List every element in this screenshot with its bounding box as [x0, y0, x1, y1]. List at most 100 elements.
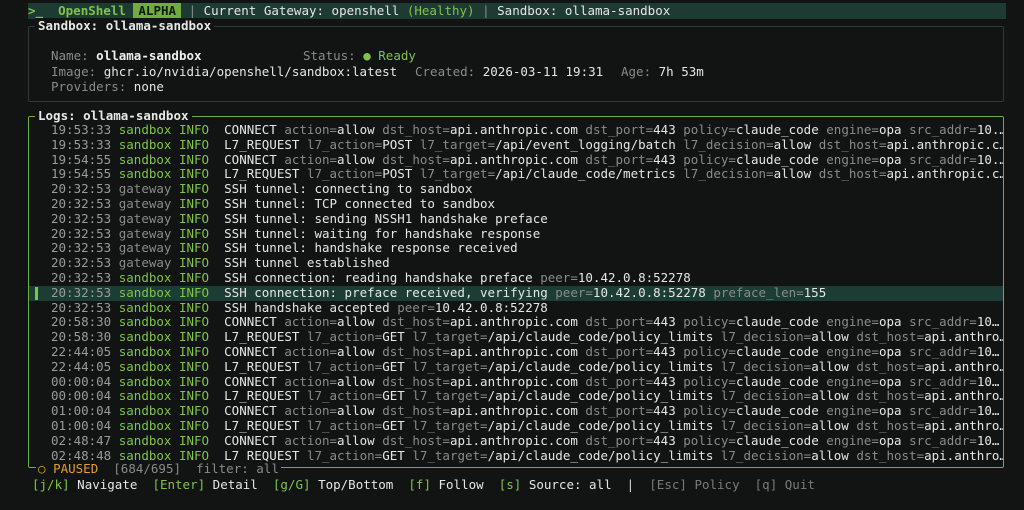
- log-field: action=allow: [284, 375, 374, 389]
- log-row[interactable]: 20:58:30 sandbox INFO L7_REQUEST l7_acti…: [29, 330, 1003, 345]
- log-field: engine=opa: [826, 404, 901, 418]
- log-level: INFO: [178, 226, 210, 241]
- log-field-value: 10.42.0.8:52278: [434, 300, 548, 315]
- log-level: INFO: [178, 315, 210, 330]
- log-field-key: src_addr=: [909, 123, 977, 137]
- help-key: [q]: [754, 477, 778, 492]
- log-field-key: policy=: [683, 344, 736, 359]
- age-row: Age: 7h 53m: [621, 64, 704, 79]
- log-field: action=allow: [284, 153, 374, 167]
- log-source: sandbox: [118, 374, 172, 389]
- help-label: Follow: [438, 477, 484, 492]
- help-item: [f] Follow: [408, 477, 483, 492]
- log-row[interactable]: 01:00:04 sandbox INFO CONNECT action=all…: [29, 404, 1003, 419]
- log-field-key: dst_host=: [382, 152, 450, 167]
- log-row[interactable]: 19:54:55 sandbox INFO L7_REQUEST l7_acti…: [29, 167, 1003, 182]
- age-value: 7h 53m: [658, 64, 704, 79]
- log-field: dst_port=443: [585, 404, 675, 418]
- log-field-value: allow: [811, 330, 849, 345]
- log-position: [684/695]: [113, 461, 182, 476]
- log-source: gateway: [118, 196, 172, 211]
- log-row[interactable]: 01:00:04 sandbox INFO L7_REQUEST l7_acti…: [29, 419, 1003, 434]
- log-level: INFO: [178, 359, 210, 374]
- log-level: INFO: [178, 167, 210, 182]
- log-field-value: opa: [878, 344, 902, 359]
- log-field-key: src_addr=: [909, 374, 977, 389]
- log-row[interactable]: 20:32:53 sandbox INFO SSH handshake acce…: [29, 301, 1003, 316]
- log-row[interactable]: 20:32:53 sandbox INFO SSH connection: pr…: [29, 285, 1003, 301]
- log-row[interactable]: 20:32:53 gateway INFO SSH tunnel: handsh…: [29, 241, 1003, 256]
- log-level: INFO: [178, 211, 210, 226]
- terminal-prompt-icon: >_: [28, 3, 44, 18]
- log-level: INFO: [178, 123, 210, 137]
- log-row[interactable]: 20:58:30 sandbox INFO CONNECT action=all…: [29, 315, 1003, 330]
- log-source: sandbox: [118, 137, 172, 152]
- log-field-value: 10.42.0.8:52278: [592, 285, 706, 300]
- log-row[interactable]: 00:00:04 sandbox INFO CONNECT action=all…: [29, 375, 1003, 390]
- logs-panel-title: Logs: ollama-sandbox: [35, 108, 192, 124]
- log-field-value: GET: [382, 448, 405, 463]
- log-field-key: policy=: [683, 315, 736, 330]
- log-row[interactable]: 22:44:05 sandbox INFO CONNECT action=all…: [29, 345, 1003, 360]
- log-field: l7_decision=allow: [721, 330, 849, 344]
- log-field-value: api.anthropic.com: [449, 315, 578, 330]
- log-row[interactable]: 19:54:55 sandbox INFO CONNECT action=all…: [29, 153, 1003, 168]
- help-item: [g/G] Top/Bottom: [273, 477, 393, 492]
- log-field-key: dst_host=: [382, 315, 450, 330]
- log-level: INFO: [178, 196, 210, 211]
- log-field: l7_decision=allow: [721, 449, 849, 463]
- log-field-key: action=: [284, 344, 338, 359]
- log-row[interactable]: 22:44:05 sandbox INFO L7_REQUEST l7_acti…: [29, 360, 1003, 375]
- log-row[interactable]: 19:53:33 sandbox INFO L7_REQUEST l7_acti…: [29, 138, 1003, 153]
- log-row[interactable]: 20:32:53 sandbox INFO SSH connection: re…: [29, 271, 1003, 286]
- log-timestamp: 22:44:05: [51, 344, 112, 359]
- log-level: INFO: [178, 404, 210, 419]
- log-field-value: 10.42.0.8:52278: [577, 270, 691, 285]
- log-message: CONNECT: [224, 152, 277, 167]
- log-list[interactable]: 19:53:33 sandbox INFO CONNECT action=all…: [29, 123, 1003, 463]
- log-field: policy=claude_code: [683, 434, 818, 448]
- help-item: [j/k] Navigate: [32, 477, 137, 492]
- log-field: engine=opa: [826, 345, 901, 359]
- log-row[interactable]: 20:32:53 gateway INFO SSH tunnel: TCP co…: [29, 197, 1003, 212]
- log-field: l7_target=/api/claude_code/policy_limits: [412, 360, 713, 374]
- log-field: action=allow: [284, 434, 374, 448]
- log-row[interactable]: 00:00:04 sandbox INFO L7_REQUEST l7_acti…: [29, 389, 1003, 404]
- log-field-value: 443: [653, 404, 676, 419]
- log-row[interactable]: 19:53:33 sandbox INFO CONNECT action=all…: [29, 123, 1003, 138]
- log-field-key: l7_target=: [412, 448, 488, 463]
- created-value: 2026-03-11 19:31: [482, 64, 604, 79]
- log-field-key: engine=: [826, 374, 879, 389]
- help-item: [q] Quit: [755, 477, 815, 492]
- log-field-key: peer=: [555, 285, 593, 300]
- log-level: INFO: [178, 300, 210, 315]
- log-source: gateway: [118, 211, 172, 226]
- log-field-key: dst_host=: [382, 433, 450, 448]
- log-row[interactable]: 20:32:53 gateway INFO SSH tunnel: connec…: [29, 182, 1003, 197]
- log-field: l7_action=POST: [307, 167, 412, 181]
- log-field-value: allow: [337, 315, 375, 330]
- log-field-value: allow: [773, 167, 812, 182]
- log-field: l7_decision=allow: [683, 167, 811, 181]
- log-message: SSH connection: preface received, verify…: [224, 285, 548, 300]
- log-row[interactable]: 20:32:53 gateway INFO SSH tunnel: waitin…: [29, 227, 1003, 242]
- log-field-value: opa: [878, 404, 902, 419]
- log-row[interactable]: 20:32:53 gateway INFO SSH tunnel establi…: [29, 256, 1003, 271]
- log-field-key: dst_host=: [856, 330, 925, 345]
- log-field-value: claude_code: [735, 433, 819, 448]
- log-field-key: l7_target=: [412, 359, 488, 374]
- log-field: l7_target=/api/claude_code/policy_limits: [412, 389, 713, 403]
- log-field-value: 443: [653, 315, 676, 330]
- log-field-key: action=: [284, 315, 338, 330]
- log-field: l7_target=/api/claude_code/policy_limits: [412, 449, 713, 463]
- log-field-key: policy=: [683, 374, 736, 389]
- log-field: engine=opa: [826, 375, 901, 389]
- log-field-value: claude_code: [735, 123, 819, 137]
- log-field-key: policy=: [683, 152, 736, 167]
- log-row[interactable]: 02:48:47 sandbox INFO CONNECT action=all…: [29, 434, 1003, 449]
- log-field-key: dst_host=: [382, 374, 450, 389]
- log-row[interactable]: 20:32:53 gateway INFO SSH tunnel: sendin…: [29, 212, 1003, 227]
- logs-panel[interactable]: Logs: ollama-sandbox 19:53:33 sandbox IN…: [28, 108, 1004, 468]
- log-field: engine=opa: [826, 123, 901, 137]
- log-timestamp: 20:32:53: [51, 226, 112, 241]
